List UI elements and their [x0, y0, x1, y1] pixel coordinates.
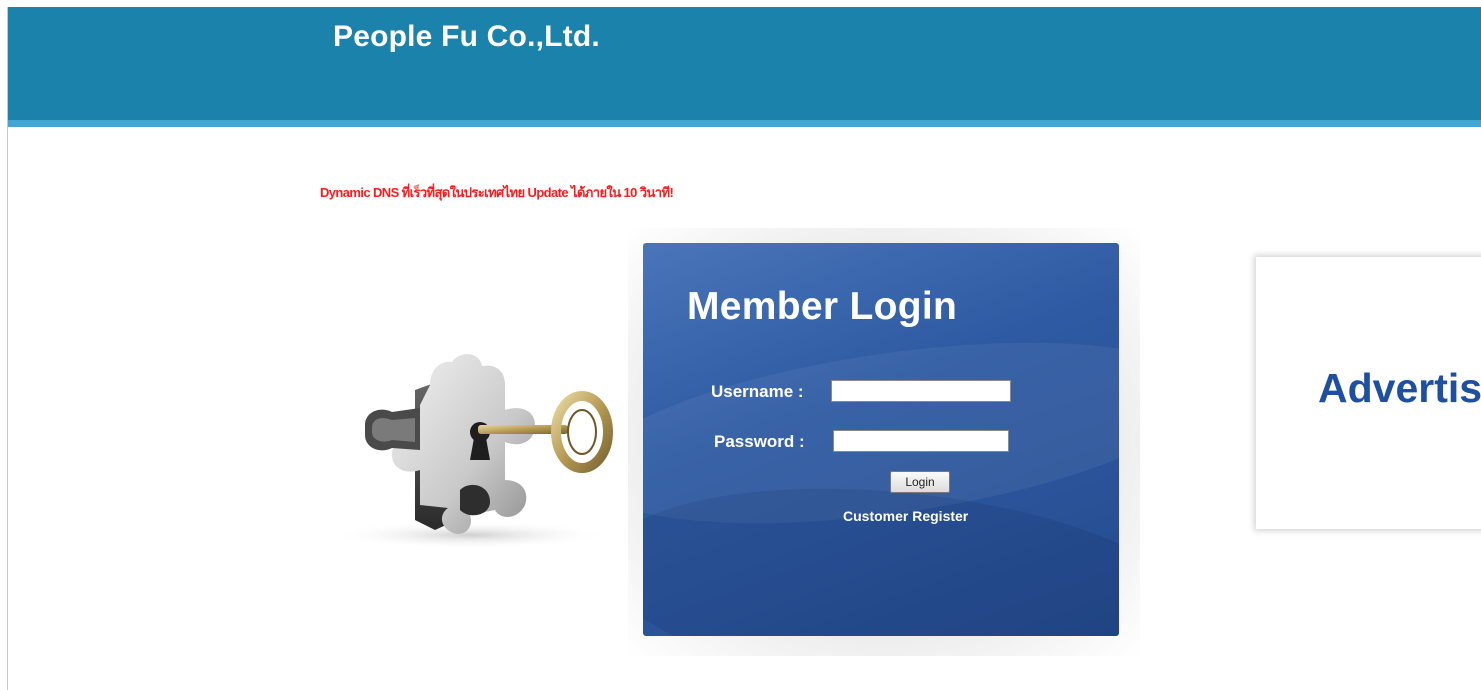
site-header: People Fu Co.,Ltd. [8, 7, 1481, 120]
header-stripe [8, 120, 1481, 127]
username-input[interactable] [831, 380, 1011, 402]
login-button[interactable]: Login [890, 471, 950, 493]
site-title: People Fu Co.,Ltd. [333, 20, 600, 53]
password-label: Password : [714, 432, 805, 451]
puzzle-key-illustration [330, 354, 613, 549]
puzzle-key-icon [320, 330, 630, 560]
password-input[interactable] [833, 430, 1009, 452]
username-label: Username : [711, 382, 804, 401]
promo-banner-text: Dynamic DNS ที่เร็วที่สุดในประเทศไทย Upd… [320, 185, 674, 200]
advertise-box[interactable]: Advertise [1256, 257, 1481, 529]
customer-register-link[interactable]: Customer Register [843, 508, 968, 524]
login-panel: Member Login Username : Password : Login… [643, 243, 1119, 636]
login-title: Member Login [687, 285, 958, 328]
advertise-text: Advertise [1318, 365, 1481, 411]
top-strip [0, 0, 1481, 7]
